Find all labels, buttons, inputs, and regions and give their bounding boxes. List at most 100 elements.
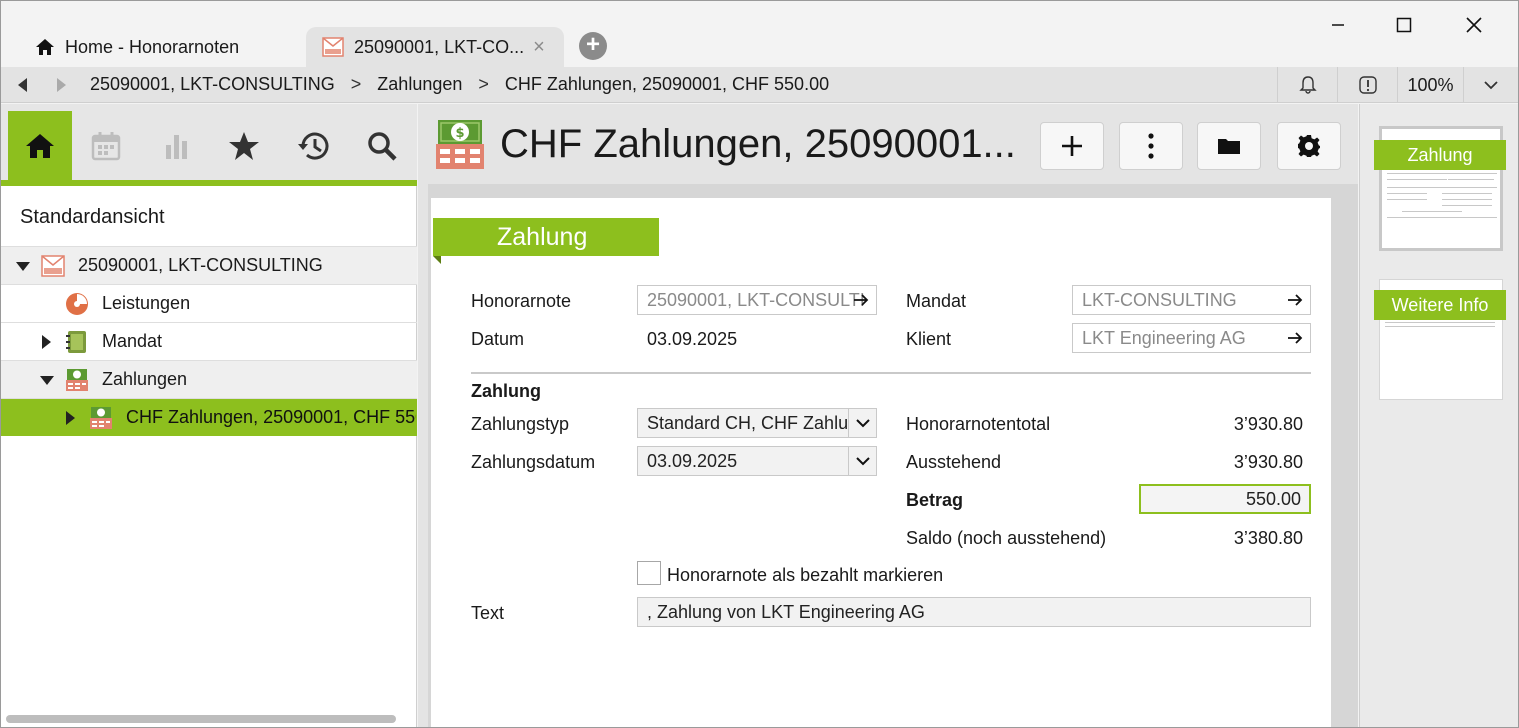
forward-icon[interactable] bbox=[51, 75, 71, 95]
history-icon bbox=[298, 132, 329, 160]
ausstehend-label: Ausstehend bbox=[906, 452, 1002, 472]
sidebar-tab-favorites[interactable] bbox=[212, 111, 276, 180]
tab-invoice[interactable]: 25090001, LKT-CO... × bbox=[306, 27, 564, 67]
chevron-down-icon[interactable] bbox=[848, 409, 876, 437]
zahlungsdatum-value: 03.09.2025 bbox=[647, 450, 738, 471]
expand-arrow-icon[interactable] bbox=[40, 376, 54, 385]
breadcrumb-separator: > bbox=[478, 74, 489, 94]
sidebar-tabs bbox=[1, 104, 417, 186]
expand-arrow-icon[interactable] bbox=[66, 411, 75, 425]
klient-value: LKT Engineering AG bbox=[1082, 327, 1246, 348]
payment-icon: $ bbox=[436, 120, 484, 169]
expand-arrow-icon[interactable] bbox=[42, 335, 51, 349]
arrow-right-icon[interactable] bbox=[852, 291, 870, 309]
tree-item-label: 25090001, LKT-CONSULTING bbox=[78, 255, 323, 275]
arrow-right-icon[interactable] bbox=[1286, 329, 1304, 347]
zahlungsdatum-select[interactable]: 03.09.2025 bbox=[637, 446, 877, 476]
app-window: Home - Honorarnoten 25090001, LKT-CO... … bbox=[0, 0, 1519, 728]
close-window-icon[interactable] bbox=[1449, 7, 1499, 43]
star-icon bbox=[229, 131, 259, 160]
tree-item-zahlungen[interactable]: Zahlungen bbox=[1, 360, 417, 398]
plus-icon bbox=[1062, 136, 1082, 156]
payment-icon bbox=[66, 369, 88, 391]
more-vertical-icon bbox=[1148, 133, 1154, 159]
expand-arrow-icon[interactable] bbox=[16, 262, 30, 271]
text-input[interactable]: , Zahlung von LKT Engineering AG bbox=[637, 597, 1311, 627]
folder-button[interactable] bbox=[1197, 122, 1261, 170]
tab-home[interactable]: Home - Honorarnoten bbox=[19, 27, 304, 67]
chevron-down-icon[interactable] bbox=[848, 447, 876, 475]
svg-text:$: $ bbox=[455, 126, 464, 141]
text-label: Text bbox=[471, 603, 505, 623]
sidebar-tab-statistics[interactable] bbox=[144, 111, 208, 180]
settings-button[interactable] bbox=[1277, 122, 1341, 170]
main-content: $ CHF Zahlungen, 25090001... Zahlung Hon… bbox=[418, 104, 1358, 727]
breadcrumb-separator: > bbox=[350, 74, 362, 94]
more-options-button[interactable] bbox=[1119, 122, 1183, 170]
datum-label: Datum bbox=[471, 329, 525, 349]
zahlungstyp-value: Standard CH, CHF Zahlun bbox=[647, 412, 847, 433]
vertical-scrollbar[interactable] bbox=[1344, 184, 1358, 727]
breadcrumb-item[interactable]: Zahlungen bbox=[377, 74, 462, 95]
search-icon bbox=[368, 131, 397, 161]
saldo-value: 3’380.80 bbox=[1233, 528, 1303, 548]
thumb-zahlung-label[interactable]: Zahlung bbox=[1374, 140, 1506, 170]
sidebar-tab-search[interactable] bbox=[350, 111, 414, 180]
betrag-label: Betrag bbox=[906, 490, 964, 510]
betrag-input[interactable]: 550.00 bbox=[1139, 484, 1311, 514]
sidebar-tab-calendar[interactable] bbox=[74, 111, 138, 180]
zoom-level[interactable]: 100% bbox=[1397, 67, 1463, 103]
horizontal-scrollbar[interactable] bbox=[6, 715, 396, 723]
folder-icon bbox=[1218, 139, 1240, 154]
home-icon bbox=[26, 133, 54, 158]
klient-field[interactable]: LKT Engineering AG bbox=[1072, 323, 1311, 353]
sidebar-tab-home[interactable] bbox=[8, 111, 72, 180]
view-title[interactable]: Standardansicht bbox=[20, 206, 165, 229]
alert-icon bbox=[1358, 76, 1377, 94]
address-bar: 25090001, LKT-CONSULTING > Zahlungen > C… bbox=[1, 67, 1518, 103]
tree: 25090001, LKT-CONSULTING Leistungen Mand… bbox=[1, 246, 417, 436]
content-header: $ CHF Zahlungen, 25090001... bbox=[418, 104, 1358, 184]
mandate-icon bbox=[66, 331, 86, 353]
sidebar-tab-history[interactable] bbox=[281, 111, 345, 180]
zahlungstyp-select[interactable]: Standard CH, CHF Zahlun bbox=[637, 408, 877, 438]
zahlung-heading: Zahlung bbox=[471, 381, 541, 401]
bell-icon bbox=[1298, 76, 1317, 94]
tree-item-leistungen[interactable]: Leistungen bbox=[1, 284, 417, 322]
paid-checkbox[interactable] bbox=[637, 561, 661, 585]
mandat-label: Mandat bbox=[906, 291, 967, 311]
invoice-icon bbox=[41, 255, 65, 277]
mandat-field[interactable]: LKT-CONSULTING bbox=[1072, 285, 1311, 315]
honorarnote-label: Honorarnote bbox=[471, 291, 572, 311]
klient-label: Klient bbox=[906, 329, 952, 349]
close-tab-icon[interactable]: × bbox=[530, 36, 548, 59]
section-divider bbox=[471, 372, 1311, 374]
tree-item-payment-selected[interactable]: CHF Zahlungen, 25090001, CHF 550.00 bbox=[1, 398, 417, 436]
ribbon-fold bbox=[433, 256, 441, 264]
honorarnote-field[interactable]: 25090001, LKT-CONSULTI bbox=[637, 285, 877, 315]
tree-item-mandat[interactable]: Mandat bbox=[1, 322, 417, 360]
alerts-button[interactable] bbox=[1337, 67, 1397, 103]
title-bar: Home - Honorarnoten 25090001, LKT-CO... … bbox=[1, 1, 1518, 67]
notifications-button[interactable] bbox=[1277, 67, 1337, 103]
bar-chart-icon bbox=[166, 134, 187, 159]
paid-checkbox-label[interactable]: Honorarnote als bezahlt markieren bbox=[667, 565, 943, 586]
minimize-icon[interactable] bbox=[1313, 7, 1363, 43]
add-tab-icon[interactable]: + bbox=[579, 32, 607, 60]
ausstehend-value: 3’930.80 bbox=[1233, 452, 1303, 472]
maximize-icon[interactable] bbox=[1379, 7, 1429, 43]
tab-invoice-label: 25090001, LKT-CO... bbox=[354, 36, 525, 57]
thumb-weitere-info-label[interactable]: Weitere Info bbox=[1374, 290, 1506, 320]
tree-item-label: Zahlungen bbox=[102, 369, 188, 389]
home-icon bbox=[36, 39, 54, 55]
breadcrumb-item[interactable]: CHF Zahlungen, 25090001, CHF 550.00 bbox=[505, 74, 829, 95]
mandat-value: LKT-CONSULTING bbox=[1082, 289, 1237, 310]
add-button[interactable] bbox=[1040, 122, 1104, 170]
tree-item-label: CHF Zahlungen, 25090001, CHF 550.00 bbox=[126, 407, 416, 427]
back-icon[interactable] bbox=[13, 75, 33, 95]
tree-item-invoice[interactable]: 25090001, LKT-CONSULTING bbox=[1, 246, 417, 284]
gear-icon bbox=[1298, 135, 1320, 157]
breadcrumb-item[interactable]: 25090001, LKT-CONSULTING bbox=[90, 74, 335, 95]
menu-dropdown[interactable] bbox=[1463, 67, 1518, 103]
arrow-right-icon[interactable] bbox=[1286, 291, 1304, 309]
